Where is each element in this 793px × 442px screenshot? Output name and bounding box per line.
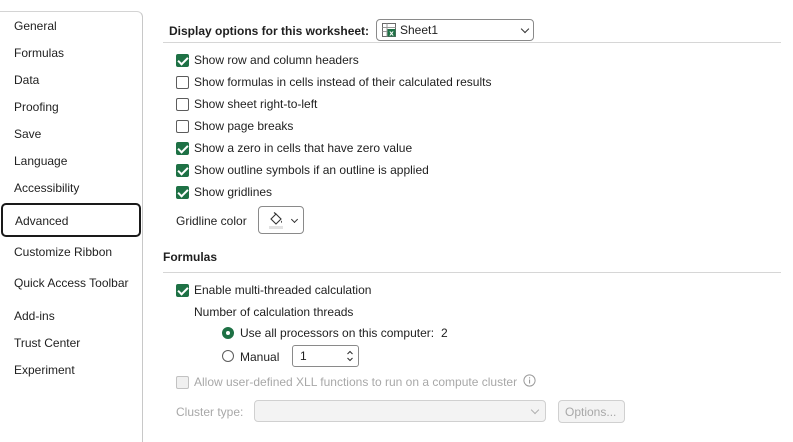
worksheet-section-title: Display options for this worksheet:: [169, 24, 370, 38]
right-to-left-label: Show sheet right-to-left: [194, 97, 318, 111]
show-zero-checkbox[interactable]: [176, 142, 189, 155]
outline-symbols-checkbox[interactable]: [176, 164, 189, 177]
manual-threads-label: Manual: [240, 350, 280, 364]
sidebar-item-proofing[interactable]: Proofing: [0, 94, 141, 121]
info-icon[interactable]: [523, 374, 536, 387]
gridlines-label: Show gridlines: [194, 185, 273, 199]
svg-text:x: x: [389, 30, 394, 38]
sidebar-item-save[interactable]: Save: [0, 121, 141, 148]
show-zero-label: Show a zero in cells that have zero valu…: [194, 141, 413, 155]
threads-label: Number of calculation threads: [194, 305, 354, 319]
manual-threads-value: 1: [300, 349, 307, 363]
manual-threads-stepper[interactable]: 1: [292, 345, 359, 367]
gridlines-checkbox[interactable]: [176, 186, 189, 199]
xll-cluster-checkbox[interactable]: [176, 376, 189, 389]
sidebar-item-add-ins[interactable]: Add-ins: [0, 303, 141, 330]
stepper-arrows-icon[interactable]: [346, 348, 354, 364]
formulas-section-title: Formulas: [163, 250, 218, 264]
page-breaks-checkbox[interactable]: [176, 120, 189, 133]
processor-count: 2: [441, 326, 448, 340]
xll-cluster-label: Allow user-defined XLL functions to run …: [194, 375, 518, 389]
chevron-down-icon: [290, 215, 299, 224]
sidebar-item-quick-access-toolbar[interactable]: Quick Access Toolbar: [0, 270, 141, 297]
sidebar-item-experiment[interactable]: Experiment: [0, 357, 141, 384]
outline-symbols-label: Show outline symbols if an outline is ap…: [194, 163, 429, 177]
sidebar-item-trust-center[interactable]: Trust Center: [0, 330, 141, 357]
manual-threads-radio[interactable]: [222, 350, 234, 362]
gridline-color-label: Gridline color: [176, 214, 247, 228]
sidebar-item-formulas[interactable]: Formulas: [0, 40, 141, 67]
use-all-processors-label: Use all processors on this computer:: [240, 326, 435, 340]
sheet-select[interactable]: x Sheet1: [376, 19, 534, 41]
sheet-select-value: Sheet1: [400, 23, 439, 37]
sidebar-item-language[interactable]: Language: [0, 148, 141, 175]
show-headers-checkbox[interactable]: [176, 54, 189, 67]
cluster-options-button[interactable]: Options...: [558, 400, 625, 423]
sidebar-item-customize-ribbon[interactable]: Customize Ribbon: [0, 239, 141, 266]
section-divider: [163, 272, 781, 273]
sidebar-item-accessibility[interactable]: Accessibility: [0, 175, 141, 202]
cluster-type-select[interactable]: [254, 400, 546, 422]
page-breaks-label: Show page breaks: [194, 119, 294, 133]
multithread-checkbox[interactable]: [176, 284, 189, 297]
cluster-options-button-label: Options...: [565, 405, 617, 419]
show-formulas-checkbox[interactable]: [176, 76, 189, 89]
excel-sheet-icon: x: [382, 23, 396, 37]
multithread-label: Enable multi-threaded calculation: [194, 283, 372, 297]
chevron-down-icon: [520, 24, 530, 34]
sidebar-item-general[interactable]: General: [0, 13, 141, 40]
options-sidebar: General Formulas Data Proofing Save Lang…: [0, 11, 143, 442]
show-formulas-label: Show formulas in cells instead of their …: [194, 75, 492, 89]
use-all-processors-radio[interactable]: [222, 327, 234, 339]
chevron-down-icon: [530, 405, 540, 415]
show-headers-label: Show row and column headers: [194, 53, 359, 67]
sidebar-item-advanced[interactable]: Advanced: [1, 203, 141, 237]
section-divider: [163, 42, 781, 43]
sidebar-item-data[interactable]: Data: [0, 67, 141, 94]
cluster-type-label: Cluster type:: [176, 405, 244, 419]
gridline-color-picker[interactable]: [258, 206, 304, 234]
right-to-left-checkbox[interactable]: [176, 98, 189, 111]
paint-bucket-icon: [269, 212, 283, 229]
advanced-options-panel: Display options for this worksheet: x Sh…: [143, 0, 793, 432]
